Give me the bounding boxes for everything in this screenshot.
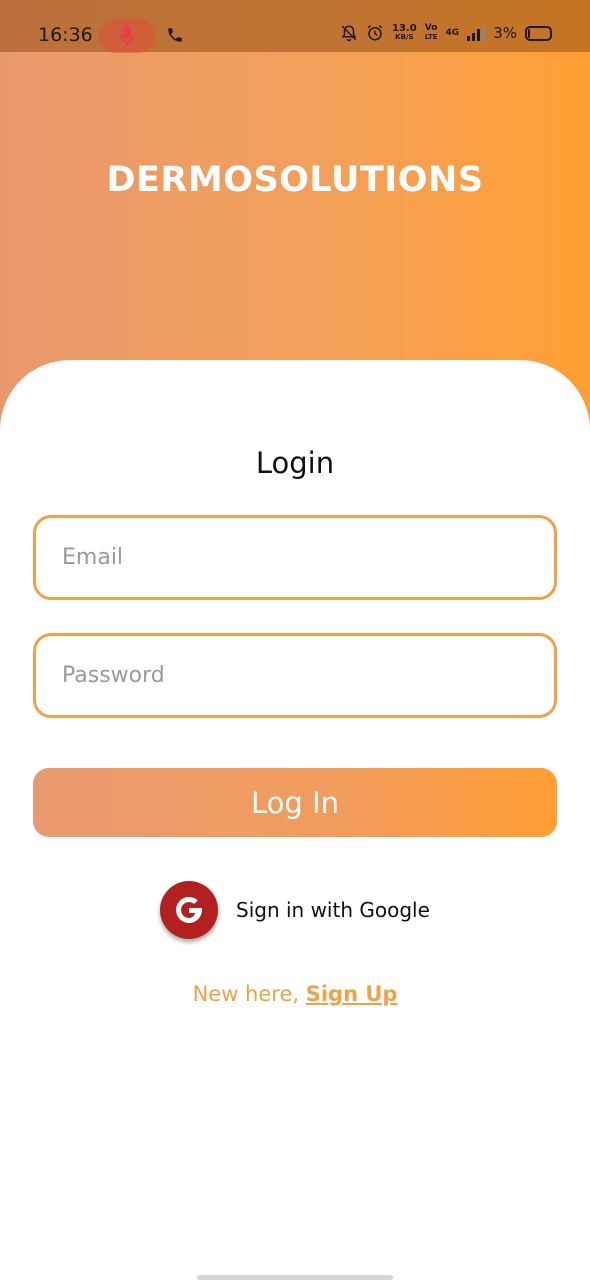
password-input[interactable] xyxy=(33,633,557,718)
signal-strength-icon xyxy=(467,25,486,41)
google-signin-button[interactable]: Sign in with Google xyxy=(160,880,430,940)
volte-bottom: LTE xyxy=(424,33,438,41)
phone-call-icon xyxy=(168,28,182,42)
microphone-icon xyxy=(120,25,134,46)
alarm-icon xyxy=(367,24,383,41)
silent-bell-icon xyxy=(341,25,357,42)
signup-link[interactable]: Sign Up xyxy=(306,982,398,1006)
email-input[interactable] xyxy=(33,515,557,600)
network-speed-unit: KB/S xyxy=(395,33,414,41)
google-signin-label: Sign in with Google xyxy=(236,898,430,922)
home-indicator[interactable] xyxy=(197,1275,393,1280)
login-heading: Login xyxy=(255,446,335,480)
login-button[interactable]: Log In xyxy=(33,768,557,837)
status-time: 16:36 xyxy=(38,24,93,46)
network-speed: 13.0 KB/S xyxy=(392,24,417,42)
status-icons: 13.0 KB/S Vo LTE 4G 3% xyxy=(340,24,552,42)
signup-prefix: New here, xyxy=(192,982,306,1006)
battery-icon xyxy=(525,25,552,41)
volte-top: Vo xyxy=(424,23,438,33)
battery-percent: 3% xyxy=(493,24,517,42)
network-type: 4G xyxy=(445,28,460,38)
volte-indicator: Vo LTE xyxy=(425,24,438,42)
google-g-icon xyxy=(176,896,202,923)
app-title: DERMOSOLUTIONS xyxy=(106,160,484,200)
network-speed-value: 13.0 xyxy=(392,23,417,34)
status-bar: 16:36 13.0 KB/S Vo LTE 4G 3% xyxy=(0,0,590,53)
signup-prompt: New here, Sign Up xyxy=(0,982,590,1006)
microphone-indicator xyxy=(99,19,155,53)
google-logo xyxy=(160,881,218,939)
